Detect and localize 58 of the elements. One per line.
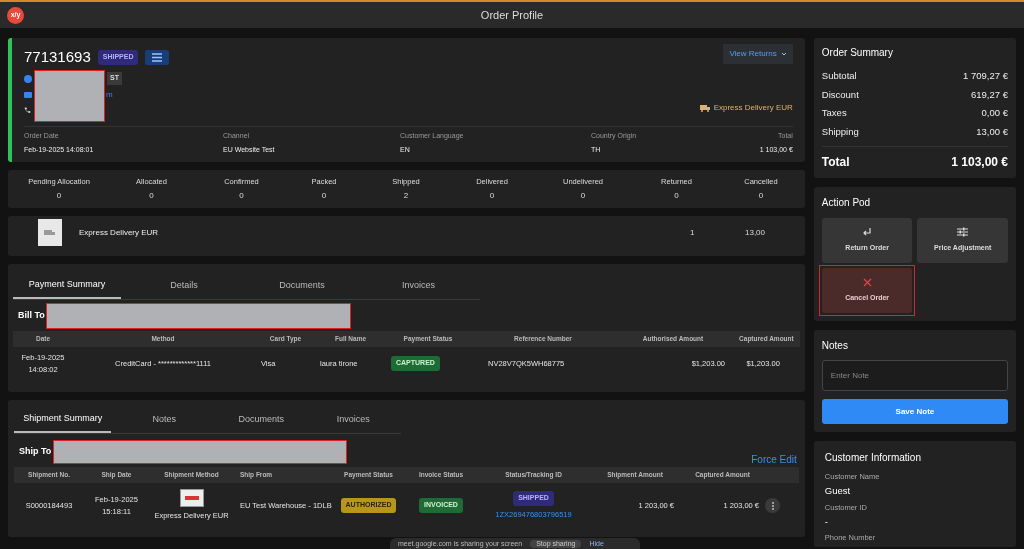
caret-icon: [780, 52, 787, 56]
tab[interactable]: Shipment Summary: [14, 412, 112, 433]
tab[interactable]: Notes: [111, 412, 217, 433]
ship-to-label: Ship To: [19, 444, 52, 458]
table-cell: 13,00: [745, 227, 766, 239]
summary-value: 0,00 €: [981, 106, 1008, 120]
tab[interactable]: Details: [121, 278, 247, 299]
total-value: 1 103,00 €: [951, 154, 1008, 171]
card-title: Notes: [821, 339, 849, 353]
menu-button[interactable]: [145, 49, 170, 65]
field-value: -: [824, 514, 829, 529]
sliders-icon: [957, 227, 969, 238]
tab[interactable]: Invoices: [305, 412, 401, 433]
force-edit-link[interactable]: Force Edit: [751, 452, 797, 467]
note-input-field[interactable]: Enter Note: [821, 360, 1008, 391]
phone-icon: [24, 106, 31, 114]
count-value: 0: [320, 190, 328, 203]
summary-value: 13,00 €: [976, 124, 1008, 139]
summary-label: Subtotal: [821, 69, 857, 83]
tab[interactable]: Payment Summary: [13, 278, 122, 299]
count-value: 0: [579, 190, 587, 203]
carrier-logo-icon: [179, 489, 204, 508]
tab[interactable]: Documents: [216, 412, 306, 433]
order-number: 77131693: [24, 47, 91, 67]
count-value: 0: [757, 190, 765, 203]
redaction-box: [34, 69, 105, 122]
close-icon: [862, 277, 872, 287]
total-label: Total: [821, 154, 850, 171]
delivery-label: Express Delivery EUR: [699, 102, 793, 114]
card-title: Order Summary: [821, 46, 894, 60]
mail-icon: [24, 91, 32, 98]
count-value: 0: [55, 190, 63, 203]
view-returns-dropdown[interactable]: View Returns: [723, 44, 793, 64]
more-options-button[interactable]: [765, 498, 780, 513]
summary-value: 619,27 €: [971, 87, 1008, 102]
table-cell: 1: [690, 227, 695, 239]
summary-value: 1 709,27 €: [963, 69, 1008, 83]
return-arrow-icon: [862, 227, 873, 237]
more-options-icon: [771, 501, 774, 510]
window-title: Order Profile: [480, 7, 544, 23]
summary-label: Discount: [821, 87, 859, 102]
tab[interactable]: Invoices: [357, 278, 480, 299]
count-value: 0: [673, 190, 680, 203]
count-value: 0: [238, 190, 245, 203]
user-icon: [24, 74, 32, 83]
count-value: 2: [402, 190, 410, 203]
field-value: Guest: [824, 484, 852, 499]
count-value: 0: [488, 190, 496, 203]
line-item-name: Express Delivery EUR: [79, 227, 159, 239]
card-title: Action Pod: [821, 196, 872, 210]
bill-to-label: Bill To: [18, 308, 45, 322]
email-link[interactable]: m: [106, 88, 113, 101]
menu-icon: [151, 52, 164, 62]
count-value: 0: [148, 190, 155, 203]
card-title: Customer Information: [824, 451, 922, 465]
summary-label: Taxes: [821, 106, 847, 120]
summary-label: Shipping: [821, 124, 859, 139]
tab[interactable]: Documents: [247, 278, 358, 299]
